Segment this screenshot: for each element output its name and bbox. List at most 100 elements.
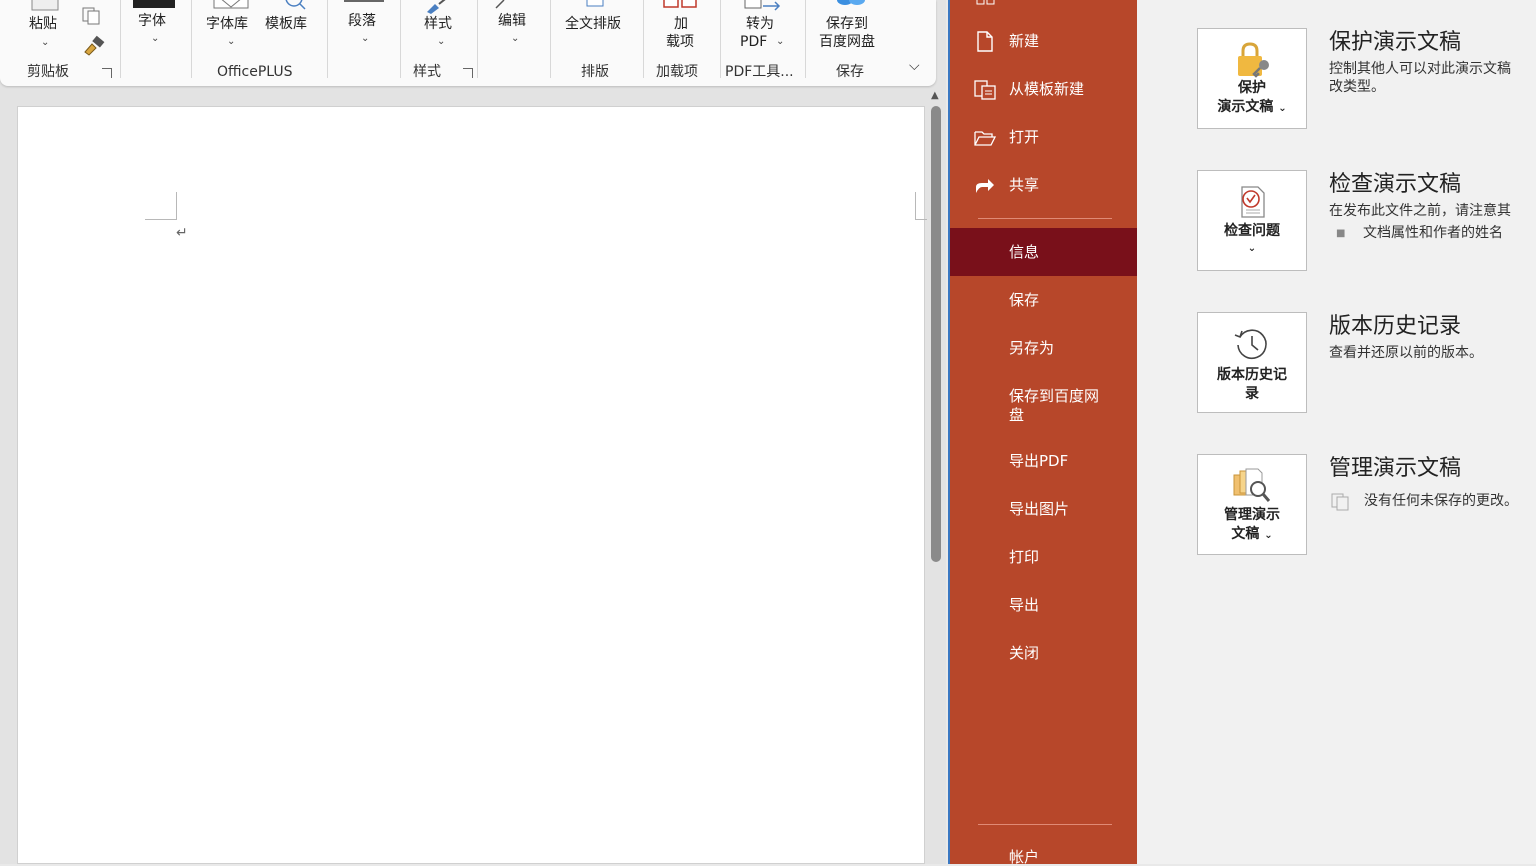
clipboard-group-label: 剪贴板 xyxy=(27,64,69,80)
styles-button[interactable]: 样式 xyxy=(424,15,452,33)
info-content-panel: 保护 演示文稿 ⌄ 保护演示文稿 控制其他人可以对此演示文稿 改类型。 检查问题… xyxy=(1137,0,1536,864)
nav-export-image[interactable]: 导出图片 xyxy=(950,496,1139,524)
nav-save-to-baidu[interactable]: 保存到百度网 盘 xyxy=(950,383,1139,429)
nav-export-image-label: 导出图片 xyxy=(1009,500,1070,518)
nav-divider xyxy=(978,218,1112,219)
nav-save-as[interactable]: 另存为 xyxy=(950,335,1139,363)
font-group: 字体 ⌄ xyxy=(121,0,191,86)
font-button[interactable]: 字体 xyxy=(138,12,166,30)
styles-chevron-icon[interactable]: ⌄ xyxy=(437,37,445,47)
nav-new-from-template[interactable]: 从模板新建 xyxy=(950,76,1139,104)
nav-new[interactable]: 新建 xyxy=(950,28,1139,56)
paste-chevron-icon[interactable]: ⌄ xyxy=(41,38,49,48)
protect-button-label-text: 演示文稿 xyxy=(1217,99,1274,115)
nav-open-label: 打开 xyxy=(1009,128,1040,146)
nav-close-label: 关闭 xyxy=(1009,644,1040,662)
format-painter-icon[interactable] xyxy=(80,34,106,56)
font-library-icon[interactable] xyxy=(212,0,252,12)
full-layout-button[interactable]: 全文排版 xyxy=(565,15,621,33)
manage-documents-icon xyxy=(1233,468,1271,502)
protect-desc-line1: 控制其他人可以对此演示文稿 xyxy=(1329,61,1511,77)
nav-share[interactable]: 共享 xyxy=(950,172,1139,200)
convert-pdf-icon[interactable] xyxy=(743,0,783,14)
nav-export-pdf[interactable]: 导出PDF xyxy=(950,448,1139,476)
nav-export[interactable]: 导出 xyxy=(950,592,1139,620)
template-library-icon[interactable] xyxy=(274,0,310,12)
addins-button-line2[interactable]: 载项 xyxy=(666,33,694,51)
inspect-title: 检查演示文稿 xyxy=(1329,172,1462,197)
nav-account[interactable]: 帐户 xyxy=(950,844,1139,866)
font-library-button[interactable]: 字体库 xyxy=(206,15,248,33)
editing-chevron-icon[interactable]: ⌄ xyxy=(511,34,519,44)
protect-button-label-line1: 保护 xyxy=(1238,80,1266,96)
paragraph-button[interactable]: 段落 xyxy=(348,12,376,30)
manage-desc: 没有任何未保存的更改。 xyxy=(1364,493,1518,509)
clipboard-dialog-launcher[interactable] xyxy=(102,68,112,78)
font-icon[interactable] xyxy=(133,0,175,8)
full-layout-icon[interactable] xyxy=(581,0,611,10)
nav-export-pdf-label: 导出PDF xyxy=(1009,452,1069,470)
margin-corner-left xyxy=(145,192,177,220)
addins-button-line1[interactable]: 加 xyxy=(674,15,688,33)
manage-presentation-button[interactable]: 管理演示 文稿 ⌄ xyxy=(1197,454,1307,555)
styles-group-label: 样式 xyxy=(413,64,441,80)
save-group-label: 保存 xyxy=(836,64,864,80)
vertical-scrollbar-thumb[interactable] xyxy=(931,106,941,562)
inspect-bullet-text: 文档属性和作者的姓名 xyxy=(1363,225,1503,241)
version-history-title: 版本历史记录 xyxy=(1329,314,1462,339)
nav-info[interactable]: 信息 xyxy=(950,228,1139,276)
paragraph-chevron-icon[interactable]: ⌄ xyxy=(361,34,369,44)
protect-presentation-button[interactable]: 保护 演示文稿 ⌄ xyxy=(1197,28,1307,129)
protect-title: 保护演示文稿 xyxy=(1329,30,1462,55)
document-copies-icon xyxy=(1331,493,1349,511)
editing-icon[interactable] xyxy=(492,0,512,10)
paragraph-icon[interactable] xyxy=(344,0,384,2)
lock-key-icon xyxy=(1238,42,1269,78)
convert-pdf-line1[interactable]: 转为 xyxy=(746,15,774,33)
new-document-icon xyxy=(977,31,993,52)
nav-account-label: 帐户 xyxy=(1009,848,1040,866)
inspect-desc: 在发布此文件之前，请注意其 xyxy=(1329,203,1511,219)
addins-group-label: 加载项 xyxy=(656,64,698,80)
convert-pdf-line2[interactable]: PDF xyxy=(740,33,767,51)
copy-icon[interactable] xyxy=(80,6,104,26)
version-history-clock-icon xyxy=(1234,329,1267,360)
pdf-group-label: PDF工具... xyxy=(725,64,794,80)
template-library-button[interactable]: 模板库 xyxy=(265,15,307,33)
protect-desc-line2: 改类型。 xyxy=(1329,79,1385,95)
baidu-netdisk-icon[interactable] xyxy=(832,0,872,8)
scroll-up-arrow-icon[interactable]: ▲ xyxy=(931,90,939,101)
manage-button-label-line2: 文稿 ⌄ xyxy=(1198,525,1306,545)
nav-new-from-template-label: 从模板新建 xyxy=(1009,80,1085,98)
editing-button[interactable]: 编辑 xyxy=(498,12,526,30)
nav-open[interactable]: 打开 xyxy=(950,124,1139,152)
nav-new-label: 新建 xyxy=(1009,32,1040,50)
font-library-chevron-icon[interactable]: ⌄ xyxy=(227,37,235,47)
check-issues-button[interactable]: 检查问题 ⌄ xyxy=(1197,170,1307,271)
save-group: 保存到 百度网盘 保存 xyxy=(806,0,896,86)
convert-pdf-chevron-icon[interactable]: ⌄ xyxy=(776,37,784,47)
nav-close[interactable]: 关闭 xyxy=(950,640,1139,668)
paste-button[interactable]: 粘贴 xyxy=(29,15,57,33)
styles-dialog-launcher[interactable] xyxy=(463,68,473,78)
nav-save[interactable]: 保存 xyxy=(950,287,1139,315)
check-issues-chevron-icon: ⌄ xyxy=(1247,243,1257,254)
font-chevron-icon[interactable]: ⌄ xyxy=(151,34,159,44)
styles-group: 样式 ⌄ 样式 xyxy=(401,0,477,86)
version-history-button[interactable]: 版本历史记 录 xyxy=(1197,312,1307,413)
manage-chevron-icon: ⌄ xyxy=(1264,530,1273,541)
paste-icon[interactable] xyxy=(30,0,64,12)
styles-icon[interactable] xyxy=(421,0,457,14)
nav-save-as-label: 另存为 xyxy=(1009,339,1055,357)
save-to-baidu-line1[interactable]: 保存到 xyxy=(826,15,868,33)
nav-print[interactable]: 打印 xyxy=(950,544,1139,572)
addins-icon[interactable] xyxy=(662,0,702,10)
version-history-label-line1: 版本历史记 xyxy=(1217,367,1287,383)
save-to-baidu-line2[interactable]: 百度网盘 xyxy=(819,33,875,51)
collapse-ribbon-chevron-icon[interactable]: ⌵ xyxy=(909,58,920,74)
version-history-label-line2: 录 xyxy=(1245,386,1259,402)
nav-info-label: 信息 xyxy=(1009,243,1040,261)
paragraph-mark: ↵ xyxy=(176,225,188,241)
nav-save-to-baidu-label-line2: 盘 xyxy=(1009,406,1025,424)
nav-share-label: 共享 xyxy=(1009,176,1040,194)
